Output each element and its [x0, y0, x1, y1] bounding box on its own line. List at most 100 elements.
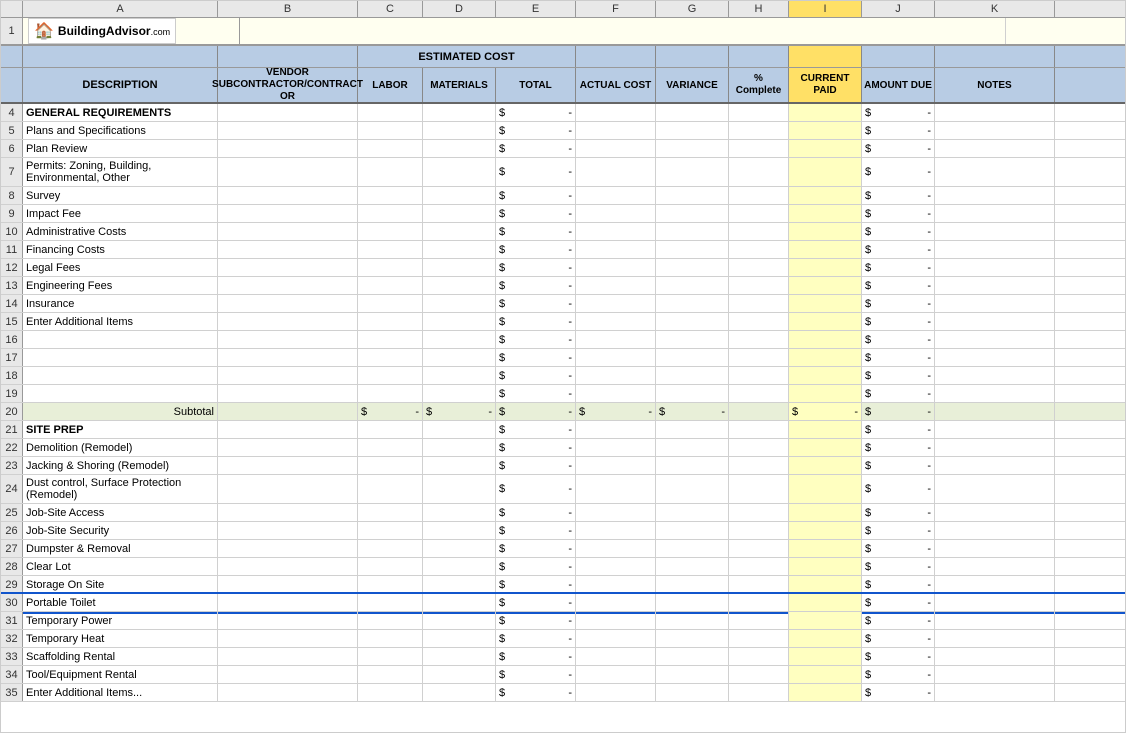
- vendor-cell: [218, 205, 358, 222]
- text-cell: [935, 104, 1055, 121]
- text-cell: [935, 367, 1055, 384]
- text-cell: [576, 612, 656, 629]
- dollar-cell: $-: [862, 421, 935, 438]
- table-row[interactable]: 35Enter Additional Items...$-$-: [1, 684, 1125, 702]
- table-row[interactable]: 21SITE PREP$-$-: [1, 421, 1125, 439]
- text-cell: [656, 331, 729, 348]
- text-cell: [789, 122, 862, 139]
- table-row[interactable]: 9Impact Fee$-$-: [1, 205, 1125, 223]
- table-row[interactable]: 34Tool/Equipment Rental$-$-: [1, 666, 1125, 684]
- table-row[interactable]: 26Job-Site Security$-$-: [1, 522, 1125, 540]
- logo-icon: 🏠: [34, 21, 54, 41]
- text-cell: [935, 684, 1055, 701]
- text-cell: [423, 277, 496, 294]
- dollar-cell: $-: [496, 331, 576, 348]
- text-cell: [656, 241, 729, 258]
- text-cell: [576, 122, 656, 139]
- column-headers: A B C D E F G H I J K: [1, 1, 1125, 18]
- table-row[interactable]: 16$-$-: [1, 331, 1125, 349]
- table-row[interactable]: 6Plan Review$-$-: [1, 140, 1125, 158]
- text-cell: [935, 475, 1055, 503]
- table-row[interactable]: 30Portable Toilet$-$-: [1, 594, 1125, 612]
- text-cell: [576, 205, 656, 222]
- text-cell: [423, 666, 496, 683]
- table-row[interactable]: 12Legal Fees$-$-: [1, 259, 1125, 277]
- text-cell: [423, 540, 496, 557]
- text-cell: [656, 504, 729, 521]
- description-cell: Demolition (Remodel): [23, 439, 218, 456]
- table-row[interactable]: 23Jacking & Shoring (Remodel)$-$-: [1, 457, 1125, 475]
- dollar-cell: $-: [496, 140, 576, 157]
- text-cell: [729, 223, 789, 240]
- row-number: 4: [1, 104, 23, 121]
- text-cell: [656, 522, 729, 539]
- table-row[interactable]: 22Demolition (Remodel)$-$-: [1, 439, 1125, 457]
- text-cell: [789, 104, 862, 121]
- dollar-cell: $-: [789, 403, 862, 420]
- dollar-cell: $-: [862, 349, 935, 366]
- text-cell: [729, 122, 789, 139]
- table-row[interactable]: 15Enter Additional Items$-$-: [1, 313, 1125, 331]
- text-cell: [656, 187, 729, 204]
- text-cell: [576, 385, 656, 402]
- text-cell: [789, 684, 862, 701]
- text-cell: [358, 259, 423, 276]
- table-row[interactable]: 17$-$-: [1, 349, 1125, 367]
- row-number: 35: [1, 684, 23, 701]
- col-header-h: H: [729, 1, 789, 17]
- table-row[interactable]: 27Dumpster & Removal$-$-: [1, 540, 1125, 558]
- text-cell: [576, 457, 656, 474]
- text-cell: [729, 421, 789, 438]
- text-cell: [576, 576, 656, 593]
- table-row[interactable]: 33Scaffolding Rental$-$-: [1, 648, 1125, 666]
- table-row[interactable]: 29Storage On Site$-$-: [1, 576, 1125, 594]
- table-row[interactable]: 32Temporary Heat$-$-: [1, 630, 1125, 648]
- vendor-cell: [218, 223, 358, 240]
- text-cell: [576, 277, 656, 294]
- table-row[interactable]: 25Job-Site Access$-$-: [1, 504, 1125, 522]
- text-cell: [423, 421, 496, 438]
- text-cell: [789, 367, 862, 384]
- dollar-cell: $-: [862, 104, 935, 121]
- table-row[interactable]: 24Dust control, Surface Protection (Remo…: [1, 475, 1125, 504]
- text-cell: [576, 594, 656, 611]
- table-row[interactable]: 31Temporary Power$-$-: [1, 612, 1125, 630]
- table-row[interactable]: 5Plans and Specifications$-$-: [1, 122, 1125, 140]
- text-cell: [656, 612, 729, 629]
- table-row[interactable]: 8Survey$-$-: [1, 187, 1125, 205]
- text-cell: [935, 277, 1055, 294]
- table-row[interactable]: 11Financing Costs$-$-: [1, 241, 1125, 259]
- table-row[interactable]: 20Subtotal$-$-$-$-$-$-$-: [1, 403, 1125, 421]
- description-cell: Engineering Fees: [23, 277, 218, 294]
- text-cell: [729, 331, 789, 348]
- dollar-cell: $-: [862, 457, 935, 474]
- col-header-c: C: [358, 1, 423, 17]
- text-cell: [935, 439, 1055, 456]
- text-cell: [358, 223, 423, 240]
- text-cell: [423, 158, 496, 186]
- table-row[interactable]: 13Engineering Fees$-$-: [1, 277, 1125, 295]
- text-cell: [789, 666, 862, 683]
- text-cell: [789, 576, 862, 593]
- vendor-cell: [218, 439, 358, 456]
- table-row[interactable]: 28Clear Lot$-$-: [1, 558, 1125, 576]
- logo-box: 🏠 BuildingAdvisor.com: [28, 18, 176, 44]
- table-row[interactable]: 14Insurance$-$-: [1, 295, 1125, 313]
- title-right-spacer: [1005, 18, 1125, 44]
- text-cell: [789, 612, 862, 629]
- text-cell: [935, 331, 1055, 348]
- table-row[interactable]: 7Permits: Zoning, Building, Environmenta…: [1, 158, 1125, 187]
- vendor-cell: [218, 666, 358, 683]
- col-header-k: K: [935, 1, 1055, 17]
- text-cell: [656, 295, 729, 312]
- row-3-num: [1, 68, 23, 102]
- table-row[interactable]: 10Administrative Costs$-$-: [1, 223, 1125, 241]
- title-row: 1 🏠 BuildingAdvisor.com: [1, 18, 1125, 46]
- table-row[interactable]: 19$-$-: [1, 385, 1125, 403]
- text-cell: [789, 594, 862, 611]
- table-row[interactable]: 18$-$-: [1, 367, 1125, 385]
- text-cell: [358, 421, 423, 438]
- header-row-3: DESCRIPTION VENDOR SUBCONTRACTOR/CONTRAC…: [1, 68, 1125, 104]
- table-row[interactable]: 4GENERAL REQUIREMENTS$-$-: [1, 104, 1125, 122]
- text-cell: [358, 457, 423, 474]
